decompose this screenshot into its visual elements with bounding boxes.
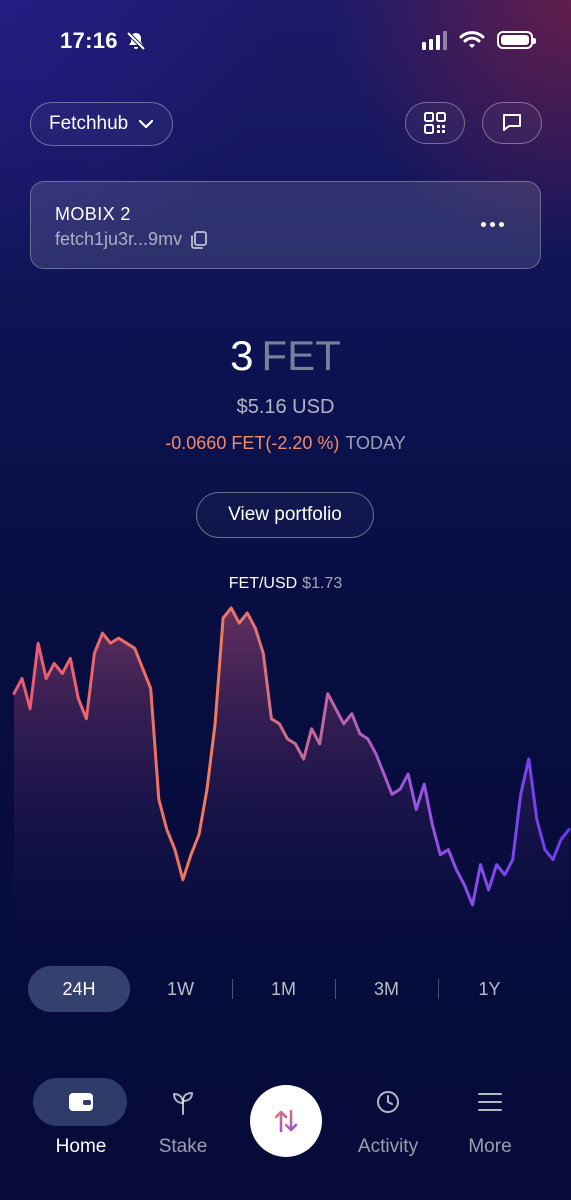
- range-tab-1m[interactable]: 1M: [246, 966, 321, 1012]
- price-value: $1.73: [302, 575, 343, 592]
- price-pair: FET/USD: [228, 575, 298, 592]
- nav-activity-label: Activity: [357, 1136, 419, 1157]
- range-tab-1w[interactable]: 1W: [143, 966, 218, 1012]
- chevron-down-icon: [139, 119, 154, 129]
- wallet-icon: [33, 1090, 129, 1116]
- copy-icon[interactable]: [190, 230, 208, 250]
- swap-button[interactable]: [250, 1085, 322, 1157]
- balance-usd: $5.16 USD: [236, 396, 335, 418]
- battery-icon: [497, 31, 536, 49]
- chart-area: [14, 608, 569, 940]
- change-value: -0.0660 FET(-2.20 %): [165, 433, 340, 453]
- menu-icon: [442, 1090, 538, 1116]
- qr-code-icon: [424, 112, 446, 134]
- swap-arrows-icon: [274, 1109, 298, 1133]
- network-selector[interactable]: Fetchhub: [30, 102, 174, 146]
- nav-more-label: More: [468, 1136, 512, 1157]
- range-tab-24h[interactable]: 24H: [28, 966, 130, 1012]
- nav-activity[interactable]: Activity: [340, 1078, 436, 1178]
- wifi-icon: [459, 31, 485, 48]
- range-tabs: 24H 1W 1M 3M 1Y: [28, 966, 543, 1012]
- bell-off-icon: [126, 31, 146, 51]
- nav-home[interactable]: Home: [33, 1078, 129, 1178]
- app-screen: 17:16 Fetchhub MOBIX 2 fetch1ju3r...9mv …: [0, 0, 571, 1200]
- balance-denom: FET: [261, 332, 341, 379]
- status-time: 17:16: [60, 28, 118, 53]
- qr-code-button[interactable]: [405, 102, 465, 144]
- view-portfolio-button[interactable]: View portfolio: [196, 492, 374, 538]
- account-name: MOBIX 2: [55, 204, 131, 224]
- cellular-signal-icon: [422, 30, 447, 50]
- range-tab-3m[interactable]: 3M: [349, 966, 424, 1012]
- chat-icon: [503, 114, 521, 131]
- balance-change: -0.0660 FET(-2.20 %) TODAY: [0, 433, 571, 454]
- range-separator: [232, 979, 233, 999]
- network-name: Fetchhub: [49, 113, 129, 134]
- range-tab-1y[interactable]: 1Y: [452, 966, 527, 1012]
- balance: 3 FET: [0, 332, 571, 380]
- nav-home-label: Home: [55, 1136, 107, 1157]
- account-address-row[interactable]: fetch1ju3r...9mv: [55, 229, 208, 250]
- nav-stake[interactable]: Stake: [135, 1078, 231, 1178]
- account-card[interactable]: MOBIX 2 fetch1ju3r...9mv: [30, 181, 541, 269]
- account-address: fetch1ju3r...9mv: [55, 229, 183, 249]
- sprout-icon: [135, 1090, 231, 1116]
- status-indicators: [422, 30, 536, 50]
- range-separator: [438, 979, 439, 999]
- nav-more[interactable]: More: [442, 1078, 538, 1178]
- range-separator: [335, 979, 336, 999]
- price-chart[interactable]: [0, 600, 571, 940]
- clock-icon: [340, 1090, 436, 1116]
- price-label: FET/USD $1.73: [0, 575, 571, 593]
- change-period: TODAY: [345, 433, 406, 453]
- balance-amount: 3: [230, 332, 254, 379]
- nav-stake-label: Stake: [158, 1136, 208, 1157]
- chat-button[interactable]: [482, 102, 542, 144]
- more-options-icon[interactable]: [481, 222, 504, 227]
